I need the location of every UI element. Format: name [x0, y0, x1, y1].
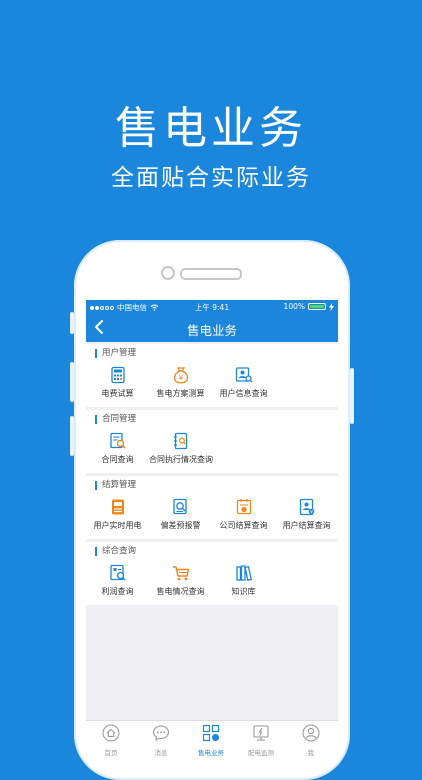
menu-item-label: 合同查询 [101, 455, 134, 464]
tab-label: 首页 [104, 749, 118, 757]
tab-me[interactable]: 我 [286, 724, 336, 757]
promo-subline: 全面贴合实际业务 [111, 165, 311, 191]
menu-item-realtime-usage[interactable]: 用户实时用电 [86, 498, 149, 531]
menu-item-label: 知识库 [231, 587, 256, 596]
calculator-icon [110, 366, 125, 384]
front-camera [161, 266, 175, 280]
menu-item-label: 售电情况查询 [156, 587, 205, 596]
contract-search-icon [109, 432, 126, 449]
section-user-management: 用户管理 电费试算 ¥ 售电方案测算 用户信息查询 [86, 344, 338, 407]
books-icon [235, 565, 252, 581]
menu-item-contract-execution[interactable]: 合同执行情况查询 [149, 432, 213, 465]
tab-bar: 首页 消息 售电业务 配电监测 我 [86, 720, 338, 760]
svg-text:¥: ¥ [178, 374, 183, 382]
tab-home[interactable]: 首页 [86, 724, 136, 757]
speaker-grille [180, 268, 242, 280]
tab-distribution-monitor[interactable]: 配电监测 [236, 724, 286, 757]
menu-item-user-settlement[interactable]: ¥ 用户结算查询 [275, 498, 338, 531]
user-settlement-icon: ¥ [299, 498, 314, 515]
menu-item-label: 偏差预报警 [160, 521, 201, 530]
tab-label: 售电业务 [198, 749, 224, 757]
menu-item-label: 合同执行情况查询 [149, 455, 213, 464]
menu-item-user-info[interactable]: 用户信息查询 [212, 366, 275, 399]
money-bag-icon: ¥ [173, 367, 188, 384]
home-icon [102, 724, 120, 742]
section-settlement-management: 结算管理 用户实时用电 偏差预报警 公司结算查询 ¥ 用户结算查询 [86, 476, 338, 539]
volume-down-button [70, 416, 74, 456]
menu-item-knowledge-base[interactable]: 知识库 [212, 564, 275, 597]
menu-item-label: 利润查询 [101, 587, 134, 596]
section-title: 结算管理 [95, 481, 136, 490]
section-title: 用户管理 [95, 349, 136, 358]
menu-item-contract-query[interactable]: 合同查询 [86, 432, 149, 465]
company-settlement-icon [236, 499, 251, 515]
promo-headline: 售电业务 [115, 103, 307, 154]
menu-item-label: 用户信息查询 [219, 389, 268, 398]
cart-icon [172, 566, 189, 581]
realtime-usage-icon [111, 499, 124, 515]
svg-text:¥: ¥ [310, 509, 313, 515]
user-search-icon [235, 367, 252, 383]
menu-item-deviation-alert[interactable]: 偏差预报警 [149, 498, 212, 531]
menu-item-fee-calc[interactable]: 电费试算 [86, 366, 149, 399]
page-title: 售电业务 [186, 323, 237, 338]
menu-item-profit-query[interactable]: 利润查询 [86, 564, 149, 597]
deviation-alert-icon [172, 498, 187, 515]
menu-item-label: 电费试算 [101, 389, 134, 398]
menu-item-company-settlement[interactable]: 公司结算查询 [212, 498, 275, 531]
tab-messages[interactable]: 消息 [136, 724, 186, 757]
charging-icon [329, 302, 334, 311]
menu-item-label: 用户实时用电 [93, 521, 142, 530]
user-icon [302, 724, 320, 742]
menu-item-label: 公司结算查询 [219, 521, 268, 530]
app-screen: 中国电信 上午 9:41 100% 售电业务 用户管理 电费试算 ¥ 售电方案测… [86, 300, 338, 760]
battery-percent: 100% [283, 302, 305, 311]
volume-up-button [70, 362, 74, 402]
monitor-icon [253, 725, 269, 741]
tab-label: 我 [307, 749, 315, 757]
tab-label: 配电监测 [248, 749, 274, 757]
navigation-bar: 售电业务 [86, 314, 338, 342]
power-button [350, 368, 354, 424]
section-comprehensive-query: 综合查询 利润查询 售电情况查询 知识库 [86, 542, 338, 605]
section-contract-management: 合同管理 合同查询 合同执行情况查询 [86, 410, 338, 473]
grid-icon [202, 724, 220, 742]
battery-icon [308, 303, 326, 310]
chat-icon [152, 725, 170, 741]
menu-item-label: 售电方案测算 [156, 389, 205, 398]
status-bar: 中国电信 上午 9:41 100% [86, 300, 338, 314]
tab-label: 消息 [154, 749, 168, 757]
section-title: 合同管理 [95, 415, 136, 424]
tab-power-sales[interactable]: 售电业务 [186, 724, 236, 757]
menu-item-sale-plan[interactable]: ¥ 售电方案测算 [149, 366, 212, 399]
menu-item-label: 用户结算查询 [282, 521, 331, 530]
mute-switch [70, 312, 74, 334]
phone-frame: 中国电信 上午 9:41 100% 售电业务 用户管理 电费试算 ¥ 售电方案测… [70, 240, 354, 780]
menu-item-sales-query[interactable]: 售电情况查询 [149, 564, 212, 597]
profit-search-icon [109, 564, 126, 581]
section-title: 综合查询 [95, 547, 136, 556]
contract-book-icon [173, 432, 187, 450]
